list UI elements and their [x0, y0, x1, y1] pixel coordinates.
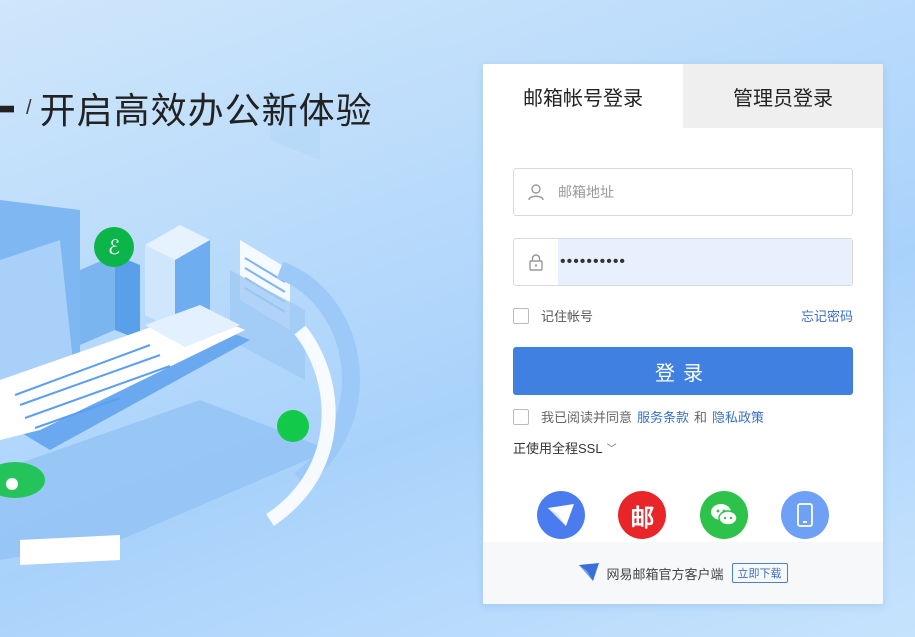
user-icon [514, 169, 558, 215]
netease-mail-icon[interactable]: 邮 [618, 491, 667, 539]
terms-link[interactable]: 服务条款 [637, 407, 689, 426]
mail-master-icon[interactable] [537, 491, 585, 539]
ssl-toggle[interactable]: 正使用全程SSL ﹀ [513, 438, 853, 457]
agreement-row: 我已阅读并同意 服务条款 和 隐私政策 [513, 407, 853, 426]
quick-login-icons: 邮 [513, 491, 853, 539]
brand-logo-fragment [0, 105, 14, 113]
download-now-button[interactable]: 立即下载 [731, 563, 788, 583]
slogan-text: 开启高效办公新体验 [39, 91, 373, 132]
password-field [513, 238, 853, 286]
login-button[interactable]: 登录 [513, 347, 853, 395]
agree-prefix: 我已阅读并同意 [541, 410, 633, 425]
login-panel: 邮箱帐号登录 管理员登录 记住帐号 忘记密码 登录 [483, 64, 883, 604]
password-input-wrapper [558, 239, 852, 285]
privacy-link[interactable]: 隐私政策 [712, 407, 764, 426]
svg-text:ℰ: ℰ [108, 235, 120, 259]
client-download-bar: 网易邮箱官方客户端 立即下载 [483, 542, 883, 604]
lock-icon [514, 239, 558, 285]
wechat-icon[interactable] [699, 491, 748, 539]
ssl-label: 正使用全程SSL [513, 441, 603, 456]
password-input[interactable] [560, 239, 852, 285]
remember-row: 记住帐号 忘记密码 [513, 306, 853, 325]
login-tabs: 邮箱帐号登录 管理员登录 [483, 64, 883, 128]
tab-admin-login[interactable]: 管理员登录 [683, 64, 883, 128]
mail-master-logo-icon [578, 562, 600, 585]
client-text: 网易邮箱官方客户端 [606, 566, 724, 582]
checkbox-box[interactable] [513, 307, 529, 324]
chevron-down-icon: ﹀ [606, 444, 617, 455]
email-input[interactable] [558, 169, 852, 215]
tab-mailbox-login[interactable]: 邮箱帐号登录 [483, 64, 683, 128]
remember-label: 记住帐号 [541, 309, 594, 324]
email-field [513, 168, 853, 216]
slogan-separator: / [26, 96, 32, 119]
hero-slogan: / 开启高效办公新体验 [0, 86, 373, 132]
agree-and: 和 [694, 410, 708, 425]
agreement-checkbox[interactable] [513, 408, 529, 425]
remember-account-checkbox[interactable]: 记住帐号 [513, 306, 593, 325]
login-form: 记住帐号 忘记密码 登录 我已阅读并同意 服务条款 和 隐私政策 正使用全程SS… [483, 168, 883, 539]
forgot-password-link[interactable]: 忘记密码 [801, 306, 853, 325]
mobile-icon[interactable] [780, 491, 829, 539]
